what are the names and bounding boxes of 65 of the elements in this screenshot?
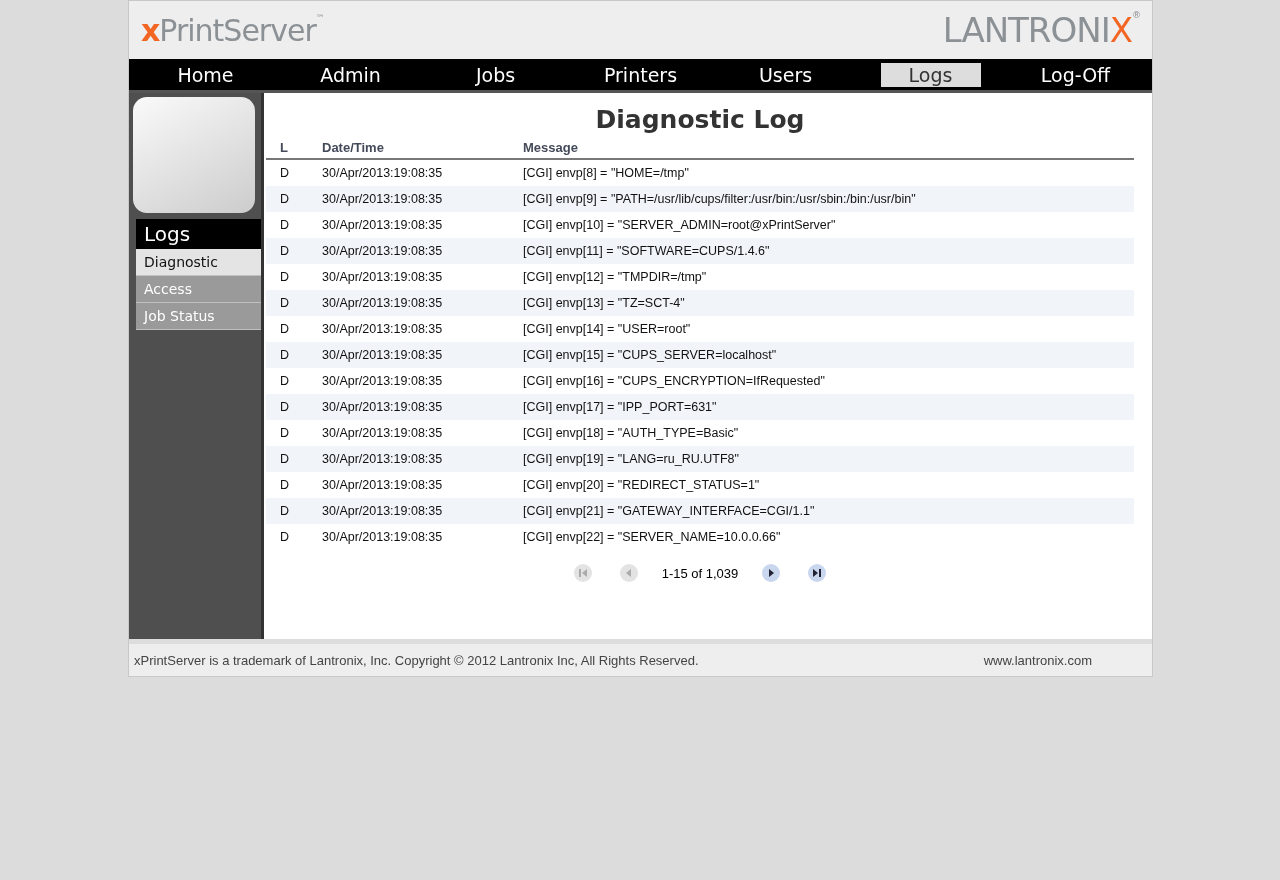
sidebar-title: Logs	[136, 219, 261, 249]
last-page-button[interactable]	[808, 564, 827, 582]
next-page-button[interactable]	[762, 564, 781, 582]
table-cell: D	[280, 374, 290, 388]
table-cell: [CGI] envp[20] = "REDIRECT_STATUS=1"	[523, 478, 760, 492]
table-cell: 30/Apr/2013:19:08:35	[322, 296, 443, 310]
copyright-text: xPrintServer is a trademark of Lantronix, Inc. Copyright © 2012 Lantronix Inc, All Rights Reserved.	[134, 653, 699, 668]
table-cell: D	[280, 530, 290, 544]
table-cell: [CGI] envp[21] = "GATEWAY_INTERFACE=CGI/1.1"	[523, 504, 815, 518]
table-cell: D	[280, 348, 290, 362]
table-cell: [CGI] envp[19] = "LANG=ru_RU.UTF8"	[523, 452, 739, 466]
table-cell: 30/Apr/2013:19:08:35	[322, 322, 443, 336]
page-summary: 1-15 of 1,039	[661, 565, 739, 581]
nav-tab[interactable]: Printers	[581, 62, 700, 87]
table-cell: 30/Apr/2013:19:08:35	[322, 374, 443, 388]
table-cell: [CGI] envp[14] = "USER=root"	[523, 322, 691, 336]
table-cell: D	[280, 296, 290, 310]
table-cell: [CGI] envp[16] = "CUPS_ENCRYPTION=IfRequested"	[523, 374, 825, 388]
nav-tab[interactable]: Admin	[298, 62, 403, 87]
table-cell: D	[280, 192, 290, 206]
table-cell: [CGI] envp[15] = "CUPS_SERVER=localhost"	[523, 348, 777, 362]
table-cell: [CGI] envp[13] = "TZ=SCT-4"	[523, 296, 685, 310]
table-cell: D	[280, 400, 290, 414]
table-cell: 30/Apr/2013:19:08:35	[322, 478, 443, 492]
table-cell: [CGI] envp[11] = "SOFTWARE=CUPS/1.4.6"	[523, 244, 770, 258]
table-cell: 30/Apr/2013:19:08:35	[322, 530, 443, 544]
nav-tab[interactable]: Logs	[880, 62, 981, 87]
table-cell: [CGI] envp[22] = "SERVER_NAME=10.0.0.66"	[523, 530, 781, 544]
table-cell: D	[280, 504, 290, 518]
product-logo: xPrintServer$^{™}$	[141, 12, 324, 48]
table-cell: 30/Apr/2013:19:08:35	[322, 166, 443, 180]
table-cell: 30/Apr/2013:19:08:35	[322, 400, 443, 414]
table-cell: [CGI] envp[18] = "AUTH_TYPE=Basic"	[523, 426, 739, 440]
nav-tab[interactable]: Log-Off	[1018, 62, 1133, 87]
table-cell: [CGI] envp[8] = "HOME=/tmp"	[523, 166, 689, 180]
table-cell: D	[280, 452, 290, 466]
table-cell: D	[280, 478, 290, 492]
table-cell: [CGI] envp[17] = "IPP_PORT=631"	[523, 400, 717, 414]
page-title: Diagnostic Log	[594, 105, 806, 134]
table-cell: 30/Apr/2013:19:08:35	[322, 504, 443, 518]
nav-tab[interactable]: Home	[155, 62, 256, 87]
table-cell: 30/Apr/2013:19:08:35	[322, 270, 443, 284]
brand-logo: LANTRONIX$^{®}$	[942, 10, 1140, 50]
table-cell: D	[280, 322, 290, 336]
website-link[interactable]: www.lantronix.com	[983, 653, 1092, 668]
table-cell: 30/Apr/2013:19:08:35	[322, 244, 443, 258]
table-cell: D	[280, 270, 290, 284]
column-header: Message	[523, 138, 1134, 159]
table-cell: [CGI] envp[10] = "SERVER_ADMIN=root@xPrintServer"	[523, 218, 836, 232]
column-header: Date/Time	[322, 138, 523, 159]
table-cell: 30/Apr/2013:19:08:35	[322, 218, 443, 232]
table-cell: D	[280, 218, 290, 232]
column-header: L	[266, 138, 322, 159]
table-cell: 30/Apr/2013:19:08:35	[322, 192, 443, 206]
table-cell: D	[280, 426, 290, 440]
table-cell: 30/Apr/2013:19:08:35	[322, 348, 443, 362]
nav-tab[interactable]: Users	[736, 62, 835, 87]
table-cell: D	[280, 244, 290, 258]
table-cell: [CGI] envp[9] = "PATH=/usr/lib/cups/filter:/usr/bin:/usr/sbin:/bin:/usr/bin"	[523, 192, 916, 206]
table-cell: D	[280, 166, 290, 180]
nav-tab[interactable]: Jobs	[453, 62, 538, 87]
table-cell: [CGI] envp[12] = "TMPDIR=/tmp"	[523, 270, 707, 284]
table-cell: 30/Apr/2013:19:08:35	[322, 452, 443, 466]
sidebar-item[interactable]: Diagnostic	[136, 249, 261, 276]
table-cell: 30/Apr/2013:19:08:35	[322, 426, 443, 440]
